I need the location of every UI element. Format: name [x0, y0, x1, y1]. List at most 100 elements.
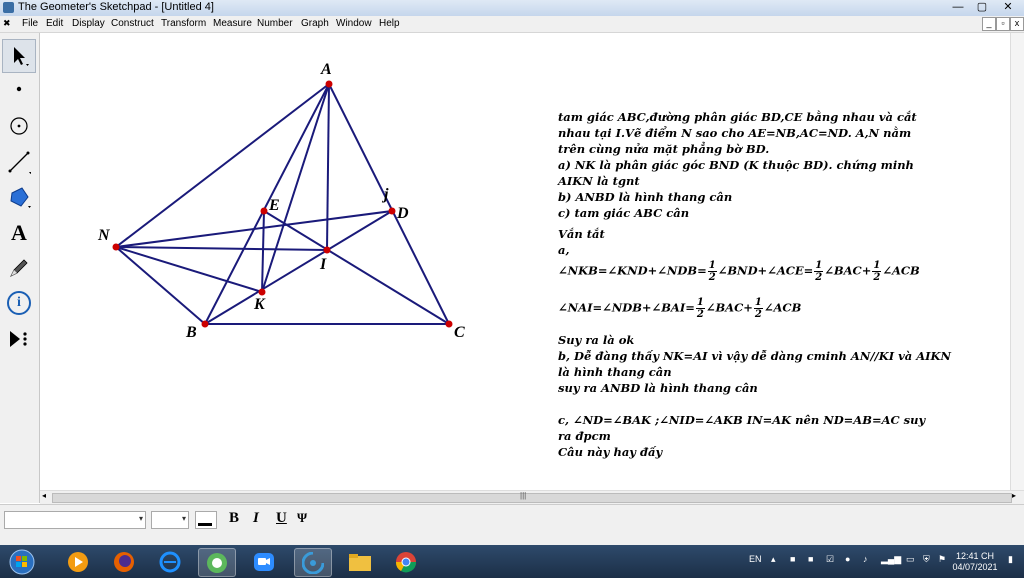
- symbolic-notation-button[interactable]: Ψ: [297, 510, 307, 526]
- straightedge-tool[interactable]: [3, 146, 35, 178]
- label-c[interactable]: C: [454, 324, 465, 342]
- segment-nk[interactable]: [115, 246, 263, 293]
- font-family-select[interactable]: ▾: [4, 511, 146, 529]
- menu-edit[interactable]: Edit: [46, 18, 63, 29]
- menu-measure[interactable]: Measure: [213, 18, 252, 29]
- fraction-half: 12: [707, 260, 717, 283]
- clock-date: 04/07/2021: [952, 562, 998, 572]
- point-a[interactable]: [325, 80, 333, 88]
- point-e[interactable]: [260, 207, 268, 215]
- point-b[interactable]: [201, 320, 209, 328]
- menu-construct[interactable]: Construct: [111, 18, 154, 29]
- doc-close-button[interactable]: x: [1010, 17, 1024, 31]
- label-a[interactable]: A: [321, 61, 332, 79]
- information-tool[interactable]: i: [3, 287, 35, 319]
- frac-den: 2: [696, 309, 704, 320]
- tray-app-icon[interactable]: ■: [808, 554, 813, 564]
- menu-display[interactable]: Display: [72, 18, 105, 29]
- segment-ek[interactable]: [261, 210, 265, 293]
- text-color-swatch[interactable]: [195, 511, 217, 529]
- tray-app-icon[interactable]: ●: [845, 554, 850, 564]
- zoom-taskbar-icon[interactable]: [246, 548, 282, 575]
- text-palette: ▾ ▾ B I U Ψ: [0, 504, 1024, 533]
- taskbar-clock[interactable]: 12:41 CH 04/07/2021: [952, 551, 998, 573]
- frac-num: 1: [872, 260, 882, 272]
- font-size-select[interactable]: ▾: [151, 511, 189, 529]
- network-signal-icon[interactable]: ▂▄▆: [881, 554, 901, 565]
- marker-tool[interactable]: [3, 252, 35, 284]
- menu-file[interactable]: File: [22, 18, 38, 29]
- minimize-button[interactable]: —: [946, 1, 970, 15]
- point-d[interactable]: [388, 207, 396, 215]
- segment-ni[interactable]: [115, 246, 328, 251]
- polygon-tool[interactable]: [3, 181, 35, 213]
- label-n[interactable]: N: [98, 227, 110, 245]
- scroll-left-icon[interactable]: ◂: [42, 491, 46, 500]
- label-i[interactable]: I: [320, 256, 326, 274]
- custom-tool[interactable]: [3, 323, 35, 355]
- arrow-select-tool[interactable]: [2, 39, 36, 73]
- custom-tool-icon: [10, 331, 27, 347]
- label-j[interactable]: j: [384, 186, 388, 204]
- italic-button[interactable]: I: [253, 510, 259, 527]
- horizontal-scrollbar[interactable]: ◂ ||| ▸: [40, 490, 1024, 504]
- underline-button[interactable]: U: [276, 510, 287, 527]
- menu-help[interactable]: Help: [379, 18, 400, 29]
- scroll-right-icon[interactable]: ▸: [1012, 491, 1016, 500]
- eq-part: ∠ACB: [763, 300, 802, 315]
- point-tool[interactable]: [3, 73, 35, 105]
- segment-ai[interactable]: [326, 83, 330, 251]
- menu-window[interactable]: Window: [336, 18, 372, 29]
- close-button[interactable]: ✕: [996, 1, 1020, 15]
- label-d[interactable]: D: [397, 205, 409, 223]
- notification-flag-icon[interactable]: ⚑: [938, 554, 946, 565]
- doc-minimize-button[interactable]: _: [982, 17, 996, 31]
- start-button[interactable]: [4, 548, 40, 575]
- firefox-taskbar-icon[interactable]: [106, 548, 142, 575]
- restore-button[interactable]: ▢: [970, 1, 994, 15]
- tray-app-icon[interactable]: ■: [790, 554, 795, 564]
- segment-bd[interactable]: [204, 210, 393, 325]
- frac-num: 1: [695, 297, 705, 309]
- horizontal-scroll-thumb[interactable]: [52, 493, 1012, 503]
- menu-graph[interactable]: Graph: [301, 18, 329, 29]
- point-i[interactable]: [323, 246, 331, 254]
- show-desktop-icon[interactable]: ▮: [1008, 554, 1013, 565]
- text-tool[interactable]: A: [3, 217, 35, 249]
- equation-angle-nai: ∠NAI=∠NDB+∠BAI= 1 2 ∠BAC+ 1 2 ∠ACB: [558, 297, 801, 320]
- point-k[interactable]: [258, 288, 266, 296]
- fraction-half: 12: [695, 297, 705, 320]
- chrome-taskbar-icon[interactable]: [388, 548, 424, 575]
- segment-ab[interactable]: [204, 83, 330, 325]
- menu-number[interactable]: Number: [257, 18, 293, 29]
- security-shield-icon[interactable]: ⛨: [923, 554, 930, 565]
- label-b[interactable]: B: [186, 324, 197, 342]
- point-c[interactable]: [445, 320, 453, 328]
- note-line: c, ∠ND=∠BAK ;∠NID=∠AKB IN=AK nên ND=AB=A…: [558, 413, 926, 427]
- tray-expand-icon[interactable]: ▴: [771, 554, 776, 565]
- language-indicator[interactable]: EN: [749, 554, 762, 564]
- doc-restore-button[interactable]: ▫: [996, 17, 1010, 31]
- media-player-taskbar-icon[interactable]: [60, 548, 96, 575]
- power-icon[interactable]: ▭: [906, 554, 915, 565]
- note-line: ra đpcm: [558, 429, 611, 443]
- bold-button[interactable]: B: [229, 510, 239, 527]
- mdi-doc-icon[interactable]: ✖: [3, 18, 11, 29]
- point-icon: [16, 86, 22, 92]
- sketchpad-taskbar-icon[interactable]: [294, 548, 332, 577]
- segment-ak[interactable]: [261, 83, 330, 293]
- volume-icon[interactable]: ♪: [863, 554, 868, 564]
- tray-checkbox-icon[interactable]: ☑: [826, 554, 834, 565]
- menu-transform[interactable]: Transform: [161, 18, 206, 29]
- segment-nb[interactable]: [115, 246, 206, 325]
- chat-taskbar-icon[interactable]: [198, 548, 236, 577]
- label-e[interactable]: E: [269, 197, 280, 215]
- frac-den: 2: [708, 272, 716, 283]
- point-n[interactable]: [112, 243, 120, 251]
- compass-tool[interactable]: [3, 110, 35, 142]
- label-k[interactable]: K: [254, 296, 265, 314]
- file-explorer-taskbar-icon[interactable]: [342, 548, 378, 575]
- chevron-down-icon: ▾: [138, 514, 143, 523]
- vertical-scrollbar[interactable]: [1010, 33, 1024, 490]
- internet-explorer-taskbar-icon[interactable]: [152, 548, 188, 575]
